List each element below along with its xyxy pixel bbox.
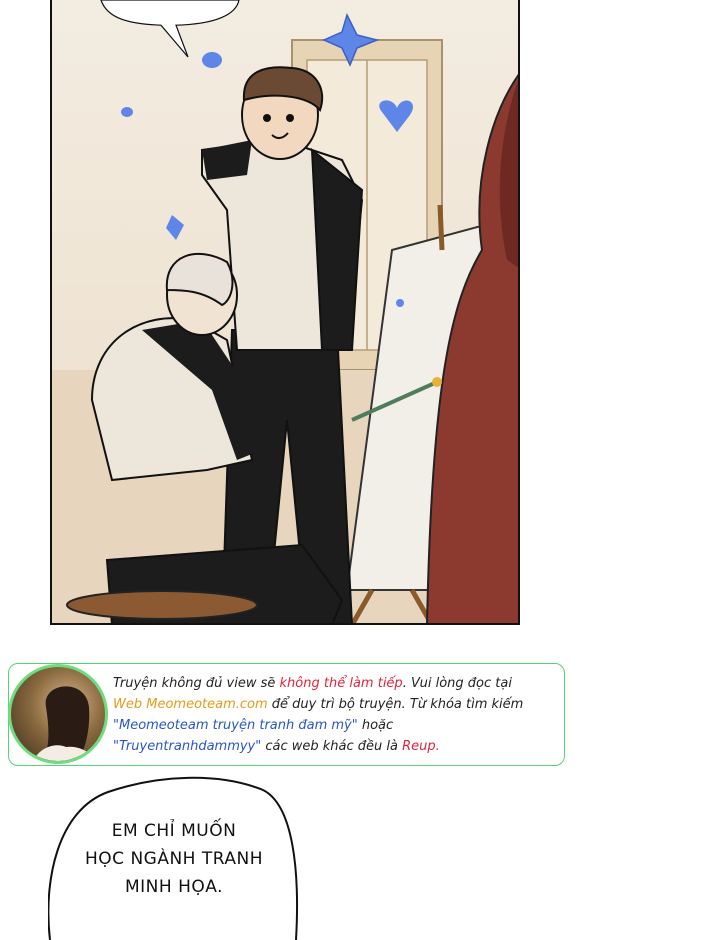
search-keyword-1: "Meomeoteam truyện tranh đam mỹ" [113, 718, 358, 733]
website-link[interactable]: Web Meomeoteam.com [113, 697, 268, 712]
speech-line-2: HỌC NGÀNH TRANH [85, 849, 263, 869]
speech-text: EM CHỈ MUỐN HỌC NGÀNH TRANH MINH HỌA. [60, 817, 288, 901]
notice-text-segment: để duy trì bộ truyện. Từ khóa tìm kiếm [267, 697, 524, 712]
search-keyword-2: "Truyentranhdammyy" [113, 739, 262, 754]
notice-line-2: Web Meomeoteam.com để duy trì bộ truyện.… [113, 694, 558, 715]
speech-line-1: EM CHỈ MUỐN [111, 821, 237, 841]
speech-bubble-top [100, 0, 240, 58]
notice-text-segment: . Vui lòng đọc tại [402, 676, 512, 691]
warning-text: không thể làm tiếp [279, 676, 403, 691]
notice-text-segment: Truyện không đủ view sẽ [113, 676, 280, 691]
avatar [8, 664, 108, 764]
notice-line-4: "Truyentranhdammyy" các web khác đều là … [113, 736, 558, 757]
notice-line-1: Truyện không đủ view sẽ không thể làm ti… [113, 673, 558, 694]
reup-text: Reup. [402, 739, 440, 754]
speech-line-3: MINH HỌA. [125, 877, 223, 897]
comic-panel [50, 0, 520, 625]
notice-line-3: "Meomeoteam truyện tranh đam mỹ" hoặc [113, 715, 558, 736]
comic-illustration [52, 12, 518, 623]
notice-text-segment: hoặc [357, 718, 394, 733]
notice-text-segment: các web khác đều là [261, 739, 403, 754]
notice-text: Truyện không đủ view sẽ không thể làm ti… [113, 673, 558, 757]
